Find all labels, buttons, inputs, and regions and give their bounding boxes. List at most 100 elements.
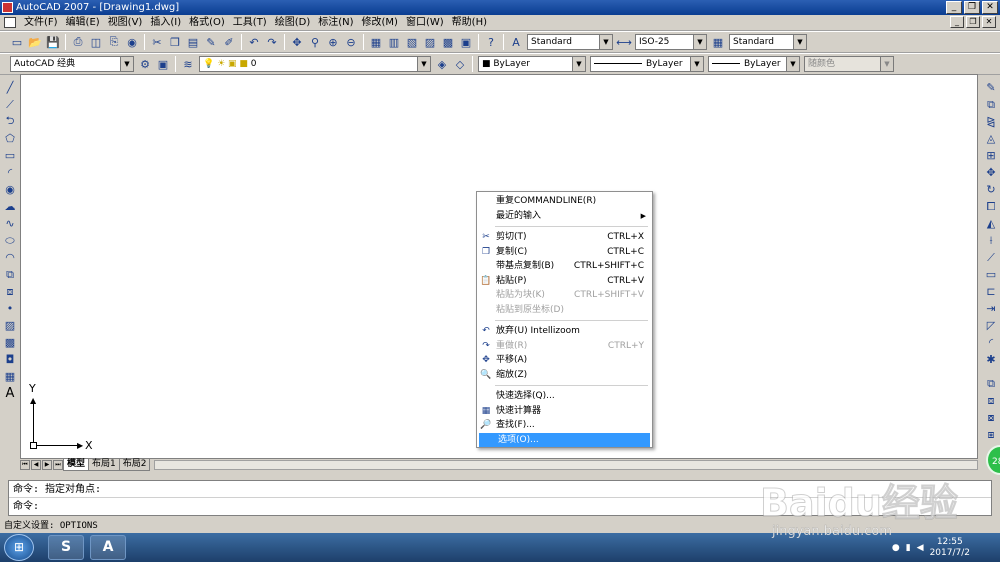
explode-icon[interactable]: ✱ — [984, 352, 999, 367]
last-tab-icon[interactable]: ⏭ — [53, 460, 63, 470]
erase-icon[interactable]: ✎ — [984, 80, 999, 95]
menu-view[interactable]: 视图(V) — [104, 16, 147, 30]
ellipse-icon[interactable]: ⬭ — [3, 233, 18, 248]
open-icon[interactable]: 📂 — [27, 34, 43, 50]
next-tab-icon[interactable]: ▶ — [42, 460, 52, 470]
context-menu-item[interactable]: 最近的输入 ▶ — [477, 209, 652, 224]
chamfer-icon[interactable]: ◸ — [984, 318, 999, 333]
send-back-icon[interactable]: ⧇ — [984, 410, 999, 425]
array-icon[interactable]: ⊞ — [984, 148, 999, 163]
line-icon[interactable]: ╱ — [3, 80, 18, 95]
tab-layout1[interactable]: 布局1 — [88, 459, 120, 471]
bring-front-icon[interactable]: ⧈ — [984, 393, 999, 408]
redo-icon[interactable]: ↷ — [264, 34, 280, 50]
arc-icon[interactable]: ◜ — [3, 165, 18, 180]
chevron-down-icon[interactable]: ▼ — [693, 35, 706, 49]
copy-icon[interactable]: ❐ — [167, 34, 183, 50]
join-icon[interactable]: ⇥ — [984, 301, 999, 316]
ellipse-arc-icon[interactable]: ◠ — [3, 250, 18, 265]
maximize-button[interactable]: ❐ — [964, 1, 980, 14]
autocad-app-icon[interactable] — [2, 2, 13, 13]
chevron-down-icon[interactable]: ▼ — [417, 57, 430, 71]
undo-icon[interactable]: ↶ — [246, 34, 262, 50]
sogou-task-icon[interactable]: S — [48, 535, 84, 560]
menu-edit[interactable]: 编辑(E) — [62, 16, 104, 30]
context-menu-item[interactable]: ✂ 剪切(T) CTRL+X — [477, 230, 652, 245]
volume-tray-icon[interactable]: ◀ — [917, 543, 924, 553]
make-current-layer-icon[interactable]: ◈ — [434, 56, 450, 72]
tab-layout2[interactable]: 布局2 — [118, 459, 151, 471]
command-input[interactable]: 命令: — [9, 498, 991, 515]
scale-icon[interactable]: ⧠ — [984, 199, 999, 214]
print-icon[interactable]: ⎙ — [70, 34, 86, 50]
point-icon[interactable]: • — [3, 301, 18, 316]
offset-icon[interactable]: ◬ — [984, 131, 999, 146]
doc-restore-button[interactable]: ❐ — [966, 16, 980, 28]
designcenter-icon[interactable]: ▥ — [386, 34, 402, 50]
context-menu-item[interactable]: 快速选择(Q)... — [477, 389, 652, 404]
layer-manager-icon[interactable]: ≋ — [180, 56, 196, 72]
preview-icon[interactable]: ◫ — [88, 34, 104, 50]
workspace-settings-icon[interactable]: ⚙ — [137, 56, 153, 72]
lineweight-select[interactable]: ByLayer ▼ — [708, 56, 800, 72]
prev-tab-icon[interactable]: ◀ — [31, 460, 41, 470]
bring-above-icon[interactable]: ⧆ — [984, 427, 999, 442]
rotate-icon[interactable]: ↻ — [984, 182, 999, 197]
context-menu-item[interactable]: 重复COMMANDLINE(R) — [477, 194, 652, 209]
autocad-task-icon[interactable]: A — [90, 535, 126, 560]
menu-draw[interactable]: 绘图(D) — [271, 16, 315, 30]
hatch-icon[interactable]: ▨ — [3, 318, 18, 333]
properties-icon[interactable]: ▦ — [368, 34, 384, 50]
circle-icon[interactable]: ◉ — [3, 182, 18, 197]
text-style-select[interactable]: Standard ▼ — [527, 34, 613, 50]
break-icon[interactable]: ⊏ — [984, 284, 999, 299]
dim-style-select[interactable]: ISO-25 ▼ — [635, 34, 707, 50]
draworder-icon[interactable]: ⧉ — [984, 376, 999, 391]
context-menu-item[interactable]: 🔍 缩放(Z) — [477, 368, 652, 383]
extend-icon[interactable]: ⟋ — [984, 250, 999, 265]
trim-icon[interactable]: ⟊ — [984, 233, 999, 248]
region-icon[interactable]: ◘ — [3, 352, 18, 367]
copy-object-icon[interactable]: ⧉ — [984, 97, 999, 112]
construction-line-icon[interactable]: ⟋ — [3, 97, 18, 112]
close-button[interactable]: ✕ — [982, 1, 998, 14]
menu-modify[interactable]: 修改(M) — [358, 16, 402, 30]
calculator-icon[interactable]: ▣ — [458, 34, 474, 50]
chevron-down-icon[interactable]: ▼ — [793, 35, 806, 49]
sheetset-icon[interactable]: ◉ — [124, 34, 140, 50]
document-icon[interactable] — [4, 17, 16, 28]
pan-icon[interactable]: ✥ — [289, 34, 305, 50]
chevron-down-icon[interactable]: ▼ — [786, 57, 799, 71]
polygon-icon[interactable]: ⬠ — [3, 131, 18, 146]
break-at-point-icon[interactable]: ▭ — [984, 267, 999, 282]
linetype-select[interactable]: ByLayer ▼ — [590, 56, 704, 72]
context-menu-item[interactable]: ❐ 复制(C) CTRL+C — [477, 245, 652, 260]
title-bar[interactable]: AutoCAD 2007 - [Drawing1.dwg] _ ❐ ✕ — [0, 0, 1000, 15]
polyline-icon[interactable]: ⮌ — [3, 114, 18, 129]
menu-tools[interactable]: 工具(T) — [229, 16, 271, 30]
toolpalettes-icon[interactable]: ▧ — [404, 34, 420, 50]
new-icon[interactable]: ▭ — [9, 34, 25, 50]
workspace-select[interactable]: AutoCAD 经典 ▼ — [10, 56, 134, 72]
stretch-icon[interactable]: ◭ — [984, 216, 999, 231]
start-button[interactable]: ⊞ — [4, 534, 34, 561]
spline-icon[interactable]: ∿ — [3, 216, 18, 231]
first-tab-icon[interactable]: ⏮ — [20, 460, 30, 470]
clock[interactable]: 12:55 2017/7/2 — [930, 537, 970, 559]
context-menu-item[interactable]: 选项(O)... — [479, 432, 650, 447]
qq-tray-icon[interactable]: ● — [892, 543, 900, 553]
move-icon[interactable]: ✥ — [984, 165, 999, 180]
markup-icon[interactable]: ▩ — [440, 34, 456, 50]
notification-badge[interactable]: 28 — [986, 445, 1000, 475]
table-style-select[interactable]: Standard ▼ — [729, 34, 807, 50]
matchprop-icon[interactable]: ✎ — [203, 34, 219, 50]
sheetset-manager-icon[interactable]: ▨ — [422, 34, 438, 50]
mirror-icon[interactable]: ⧎ — [984, 114, 999, 129]
menu-file[interactable]: 文件(F) — [20, 16, 62, 30]
doc-close-button[interactable]: ✕ — [982, 16, 996, 28]
workspace-save-icon[interactable]: ▣ — [155, 56, 171, 72]
multiline-text-icon[interactable]: A — [3, 386, 18, 401]
context-menu-item[interactable]: ↶ 放弃(U) Intellizoom — [477, 324, 652, 339]
help-icon[interactable]: ? — [483, 34, 499, 50]
insert-block-icon[interactable]: ⧉ — [3, 267, 18, 282]
